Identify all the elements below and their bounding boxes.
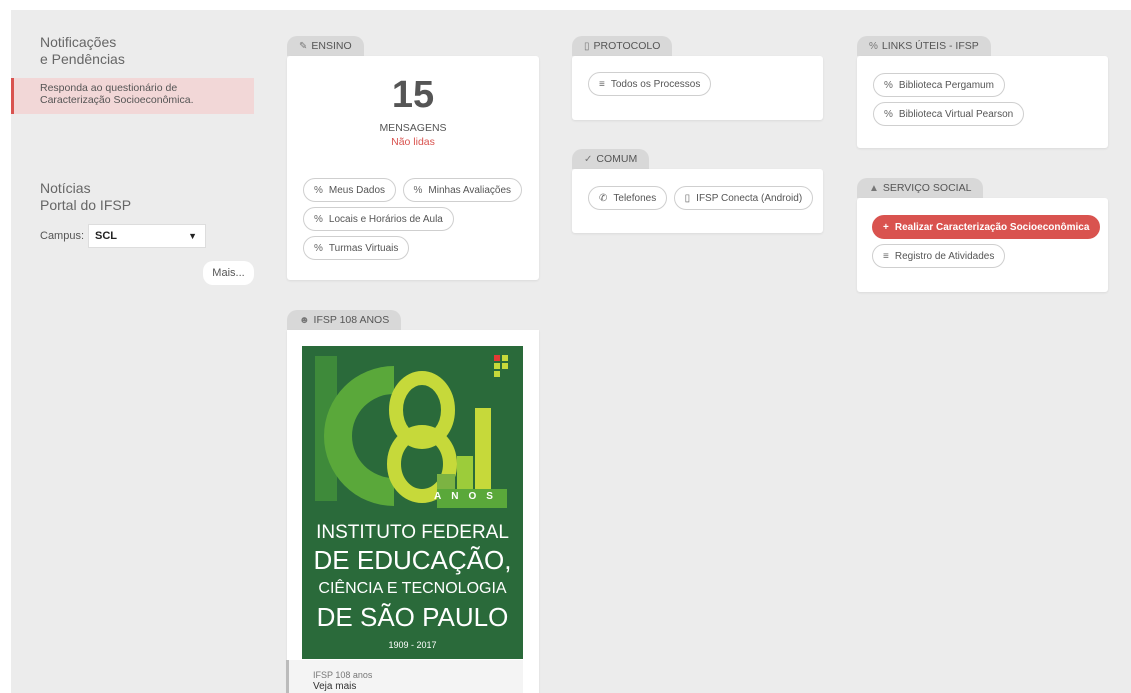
link-locais-horarios[interactable]: % Locais e Horários de Aula (303, 207, 454, 231)
link-turmas-virtuais[interactable]: % Turmas Virtuais (303, 236, 410, 260)
tab-ifsp-108-label: IFSP 108 ANOS (313, 314, 390, 326)
poster-line2: DE EDUCAÇÃO, (313, 545, 512, 575)
link-minhas-avaliacoes[interactable]: % Minhas Avaliações (402, 178, 523, 202)
link-icon: % (413, 184, 423, 196)
link-ifsp-conecta[interactable]: ▯ IFSP Conecta (Android) (673, 186, 814, 210)
campus-select[interactable]: SCL ▼ (88, 224, 207, 248)
pending-alert[interactable]: Responda ao questionário de Caracterizaç… (11, 78, 254, 114)
news-title: Notícias (40, 180, 91, 196)
servico-social-card: + Realizar Caracterização Socioeconômica … (857, 198, 1108, 292)
more-news-button[interactable]: Mais... (203, 261, 254, 285)
unread-label: Não lidas (391, 136, 435, 148)
notifications-heading: Notificações e Pendências (40, 34, 125, 68)
document-icon: ▯ (584, 40, 590, 52)
messages-label: MENSAGENS (379, 122, 447, 134)
poster-anos: ANOS (434, 491, 510, 502)
realizar-caracterizacao-button[interactable]: + Realizar Caracterização Socioeconômica (872, 215, 1101, 239)
link-icon: % (314, 184, 323, 196)
see-more-link[interactable]: Veja mais (313, 681, 523, 693)
dropdown-arrow-icon: ▼ (188, 231, 198, 241)
poster-line3: CIÊNCIA E TECNOLOGIA (318, 580, 507, 597)
poster-anos-letter: A (434, 491, 452, 502)
graduation-cap-icon: ▲ (869, 182, 879, 194)
news-subtitle: Portal do IFSP (40, 197, 132, 213)
poster-years: 1909 - 2017 (388, 640, 437, 650)
tab-comum-label: COMUM (596, 153, 638, 165)
link-icon: % (314, 242, 323, 254)
campus-filter: Campus: SCL ▼ (40, 224, 207, 248)
list-icon: ≡ (599, 78, 605, 90)
tab-ensino: ✎ ENSINO (287, 36, 364, 56)
campus-selected-value: SCL (95, 230, 118, 242)
link-label: Registro de Atividades (894, 250, 995, 262)
plus-icon: + (883, 221, 889, 233)
link-todos-processos[interactable]: ≡ Todos os Processos (588, 72, 712, 96)
ensino-card: 15 MENSAGENS Não lidas % Meus Dados % Minh… (287, 56, 539, 280)
link-label: Meus Dados (328, 184, 386, 196)
notifications-subtitle: e Pendências (40, 51, 125, 67)
anniversary-poster[interactable]: ANOS INSTITUTO FEDERAL DE EDUCAÇÃO, CIÊN… (302, 346, 523, 659)
tab-links-uteis: % LINKS ÚTEIS - IFSP (857, 36, 991, 56)
poster-anos-letter: S (486, 491, 503, 502)
button-label: Realizar Caracterização Socioeconômica (894, 221, 1090, 233)
poster-anos-letter: N (451, 491, 469, 502)
poster-line4: DE SÃO PAULO (316, 602, 509, 632)
check-icon: ✓ (584, 153, 593, 165)
pencil-icon: ✎ (299, 40, 308, 52)
unread-messages-count[interactable]: 15 (287, 74, 539, 117)
mobile-icon: ▯ (684, 192, 691, 204)
link-label: IFSP Conecta (Android) (696, 192, 803, 204)
link-label: Turmas Virtuais (328, 242, 399, 254)
pending-alert-line2: Caracterização Socioeconômica. (40, 94, 194, 106)
link-icon: % (869, 40, 878, 52)
tab-servico-social-label: SERVIÇO SOCIAL (882, 182, 972, 194)
poster-anos-letter: O (468, 491, 487, 502)
link-meus-dados[interactable]: % Meus Dados (303, 178, 397, 202)
link-icon: % (884, 79, 893, 91)
link-registro-atividades[interactable]: ≡ Registro de Atividades (872, 244, 1006, 268)
comum-card: ✆ Telefones ▯ IFSP Conecta (Android) (572, 169, 823, 233)
tab-ifsp-108-anos: ☻ IFSP 108 ANOS (287, 310, 402, 330)
link-icon: % (314, 213, 323, 225)
links-uteis-card: % Biblioteca Pergamum % Biblioteca Virtual… (857, 56, 1108, 148)
tab-comum: ✓ COMUM (572, 149, 650, 169)
anniversary-caption[interactable]: IFSP 108 anos Veja mais (286, 660, 523, 693)
tab-ensino-label: ENSINO (311, 40, 352, 52)
link-icon: % (884, 108, 893, 120)
tab-servico-social: ▲ SERVIÇO SOCIAL (857, 178, 984, 198)
link-telefones[interactable]: ✆ Telefones (588, 186, 668, 210)
link-biblioteca-pergamum[interactable]: % Biblioteca Pergamum (873, 73, 1005, 97)
users-icon: ☻ (299, 314, 310, 326)
protocolo-card: ≡ Todos os Processos (572, 56, 823, 120)
notifications-title: Notificações (40, 34, 117, 50)
news-heading: Notícias Portal do IFSP (40, 180, 131, 214)
poster-line1: INSTITUTO FEDERAL (316, 522, 509, 543)
phone-icon: ✆ (599, 192, 608, 204)
link-label: Minhas Avaliações (428, 184, 512, 196)
link-label: Biblioteca Pergamum (898, 79, 994, 91)
link-label: Telefones (613, 192, 657, 204)
link-label: Locais e Horários de Aula (328, 213, 443, 225)
campus-label: Campus: (40, 230, 85, 242)
pending-alert-line1: Responda ao questionário de (40, 82, 178, 94)
link-label: Todos os Processos (610, 78, 701, 90)
caption-title: IFSP 108 anos (313, 670, 373, 680)
tab-protocolo: ▯ PROTOCOLO (572, 36, 673, 56)
link-label: Biblioteca Virtual Pearson (898, 108, 1014, 120)
tab-links-uteis-label: LINKS ÚTEIS - IFSP (881, 40, 979, 52)
list-icon: ≡ (883, 250, 889, 262)
link-biblioteca-pearson[interactable]: % Biblioteca Virtual Pearson (873, 102, 1025, 126)
tab-protocolo-label: PROTOCOLO (593, 40, 661, 52)
